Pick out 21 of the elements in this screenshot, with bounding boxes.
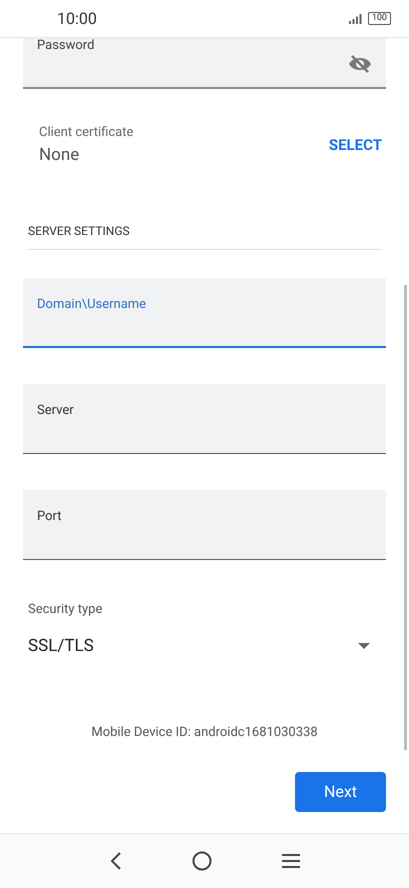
text-field[interactable]: Domain\Username bbox=[23, 278, 386, 348]
text-field[interactable]: Server bbox=[23, 384, 386, 454]
home-icon[interactable] bbox=[192, 851, 212, 871]
section-title: SERVER SETTINGS bbox=[27, 223, 131, 240]
back-icon[interactable] bbox=[110, 852, 122, 870]
client-certificate-value: None bbox=[39, 144, 80, 166]
password-field[interactable]: Password bbox=[23, 38, 386, 89]
menu-icon[interactable] bbox=[282, 854, 300, 868]
client-certificate-label: Client certificate bbox=[39, 124, 134, 142]
next-button[interactable]: Next bbox=[295, 772, 386, 812]
security-type-dropdown[interactable]: SSL/TLS bbox=[23, 634, 386, 659]
status-time: 10:00 bbox=[57, 8, 97, 30]
select-button[interactable]: SELECT bbox=[328, 134, 382, 157]
scrollbar[interactable] bbox=[404, 285, 407, 750]
security-type-label: Security type bbox=[27, 601, 104, 619]
dropdown-caret-icon bbox=[358, 643, 370, 650]
text-field[interactable]: Port bbox=[23, 490, 386, 560]
signal-icon bbox=[348, 14, 362, 24]
device-id-text: Mobile Device ID: androidc1681030338 bbox=[90, 724, 319, 742]
eye-off-icon[interactable] bbox=[348, 54, 372, 74]
battery-indicator: 100 bbox=[368, 12, 391, 25]
